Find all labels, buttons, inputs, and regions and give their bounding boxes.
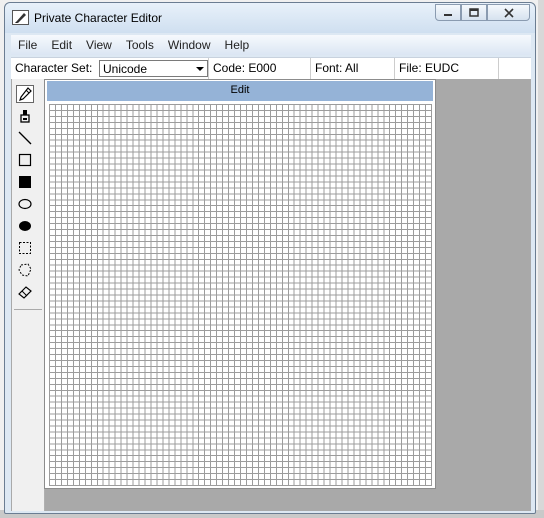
menu-edit[interactable]: Edit bbox=[44, 38, 79, 52]
charset-label: Character Set: bbox=[15, 61, 93, 75]
filled-ellipse-icon bbox=[19, 221, 31, 231]
grid-lines bbox=[49, 104, 432, 486]
freeform-selection-icon bbox=[18, 263, 32, 277]
charset-select[interactable]: Unicode bbox=[99, 60, 208, 77]
tool-filled-ellipse[interactable] bbox=[16, 217, 34, 235]
hollow-rectangle-icon bbox=[18, 153, 32, 167]
brush-icon bbox=[20, 110, 30, 123]
rectangular-selection-icon bbox=[19, 242, 31, 254]
close-button[interactable] bbox=[487, 4, 530, 21]
tool-hollow-ellipse[interactable] bbox=[16, 195, 34, 213]
tool-palette bbox=[12, 79, 45, 511]
hollow-ellipse-icon bbox=[18, 198, 32, 210]
info-bar: Character Set: Unicode Code: E000 Font: … bbox=[11, 57, 531, 80]
edit-window-title[interactable]: Edit bbox=[47, 81, 433, 101]
minimize-button[interactable] bbox=[435, 4, 461, 21]
tool-rectangular-selection[interactable] bbox=[16, 239, 34, 257]
pencil-icon bbox=[19, 87, 32, 101]
charset-select-value: Unicode bbox=[103, 62, 148, 76]
font-field: Font: All bbox=[311, 58, 395, 79]
menu-window[interactable]: Window bbox=[161, 38, 218, 52]
toolbar-separator bbox=[14, 309, 42, 310]
file-field: File: EUDC bbox=[395, 58, 499, 79]
tool-eraser[interactable] bbox=[16, 283, 34, 301]
glyph-edit-grid[interactable] bbox=[49, 104, 432, 486]
code-field: Code: E000 bbox=[208, 58, 311, 79]
edit-window: Edit bbox=[44, 79, 436, 489]
filled-rectangle-icon bbox=[19, 176, 31, 188]
close-icon bbox=[503, 7, 514, 18]
eraser-icon bbox=[18, 286, 32, 299]
menu-file[interactable]: File bbox=[11, 38, 44, 52]
tool-brush[interactable] bbox=[16, 107, 34, 125]
app-pen-icon bbox=[12, 10, 29, 25]
minimize-icon bbox=[444, 13, 452, 16]
tool-line[interactable] bbox=[16, 129, 34, 147]
menu-help[interactable]: Help bbox=[218, 38, 257, 52]
menu-view[interactable]: View bbox=[79, 38, 119, 52]
menu-tools[interactable]: Tools bbox=[119, 38, 161, 52]
tool-freeform-selection[interactable] bbox=[16, 261, 34, 279]
maximize-icon bbox=[469, 7, 479, 17]
menu-bar: File Edit View Tools Window Help bbox=[11, 35, 531, 55]
tool-pencil[interactable] bbox=[16, 85, 34, 103]
background-strip bbox=[538, 0, 544, 518]
line-icon bbox=[18, 131, 32, 145]
maximize-button[interactable] bbox=[461, 4, 487, 21]
tool-hollow-rectangle[interactable] bbox=[16, 151, 34, 169]
tool-filled-rectangle[interactable] bbox=[16, 173, 34, 191]
title-bar[interactable]: Private Character Editor bbox=[5, 3, 535, 33]
app-window: Private Character Editor File Edit View … bbox=[4, 2, 536, 514]
window-title: Private Character Editor bbox=[34, 11, 163, 25]
client-area: Edit bbox=[11, 79, 531, 511]
window-controls bbox=[435, 4, 530, 22]
chevron-down-icon bbox=[196, 67, 204, 71]
